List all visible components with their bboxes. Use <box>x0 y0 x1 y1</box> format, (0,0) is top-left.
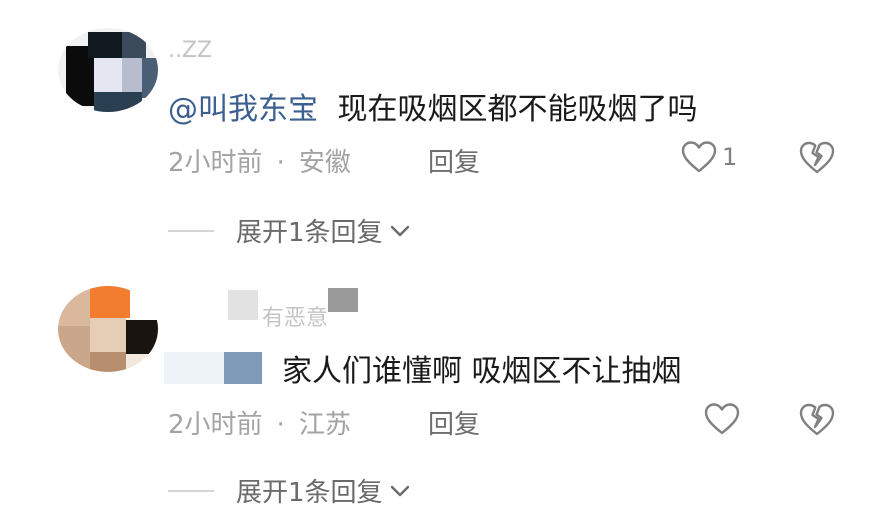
avatar[interactable] <box>58 28 158 112</box>
divider-line <box>168 489 214 492</box>
meta-separator: · <box>276 148 285 178</box>
like-count: 1 <box>722 143 738 171</box>
mention-link[interactable]: @叫我东宝 <box>168 92 318 127</box>
comment-location: 江苏 <box>298 410 351 440</box>
username-mosaic <box>224 352 262 384</box>
heart-outline-icon <box>681 141 717 173</box>
reply-button[interactable]: 回复 <box>428 404 480 441</box>
comment-item: ..ZZ @叫我东宝 现在吸烟区都不能吸烟了吗 2小时前 · 安徽 回复 1 展开1… <box>0 0 885 260</box>
comment-text: @叫我东宝 现在吸烟区都不能吸烟了吗 <box>168 84 698 128</box>
expand-replies-button[interactable]: 展开1条回复 <box>168 472 411 509</box>
broken-heart-icon <box>799 141 835 174</box>
comment-content: 家人们谁懂啊 吸烟区不让抽烟 <box>282 354 682 389</box>
reply-button[interactable]: 回复 <box>428 142 480 179</box>
comment-item: 有恶意 家人们谁懂啊 吸烟区不让抽烟 2小时前 · 江苏 回复 展开1条回复 <box>0 270 885 508</box>
chevron-down-icon <box>390 485 409 496</box>
dislike-button[interactable] <box>798 402 836 442</box>
comment-username[interactable]: 有恶意 <box>262 300 328 332</box>
comment-time: 2小时前 <box>168 410 263 440</box>
username-mosaic <box>164 352 224 384</box>
dislike-button[interactable] <box>798 140 836 180</box>
meta-separator: · <box>276 410 285 440</box>
expand-replies-label: 展开1条回复 <box>236 218 383 248</box>
username-mosaic <box>328 288 358 312</box>
comment-text: 家人们谁懂啊 吸烟区不让抽烟 <box>282 346 682 390</box>
divider-line <box>168 229 214 232</box>
comment-meta: 2小时前 · 安徽 <box>168 142 351 179</box>
comment-time: 2小时前 <box>168 148 263 178</box>
username-mosaic <box>228 290 258 320</box>
comment-meta: 2小时前 · 江苏 <box>168 404 351 441</box>
chevron-down-icon <box>390 225 409 236</box>
comment-username[interactable]: ..ZZ <box>168 38 212 63</box>
like-button[interactable] <box>703 402 745 436</box>
comment-content: 现在吸烟区都不能吸烟了吗 <box>337 92 698 127</box>
expand-replies-button[interactable]: 展开1条回复 <box>168 212 411 249</box>
broken-heart-icon <box>799 403 835 436</box>
like-button[interactable]: 1 <box>680 140 737 174</box>
avatar[interactable] <box>58 286 158 372</box>
heart-outline-icon <box>704 403 740 435</box>
comment-location: 安徽 <box>298 148 351 178</box>
expand-replies-label: 展开1条回复 <box>236 478 383 508</box>
